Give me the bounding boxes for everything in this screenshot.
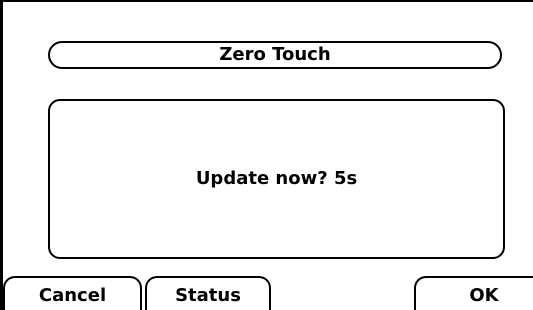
update-prompt-message: Update now? 5s <box>195 168 358 189</box>
status-softkey-label: Status <box>175 285 241 306</box>
cancel-softkey[interactable]: Cancel <box>3 276 142 310</box>
screen-top-border <box>0 0 533 2</box>
phone-screen: Zero Touch Update now? 5s Cancel Status … <box>0 0 533 310</box>
status-softkey[interactable]: Status <box>145 276 271 310</box>
cancel-softkey-label: Cancel <box>38 285 107 306</box>
screen-left-border <box>0 0 3 310</box>
ok-softkey[interactable]: OK <box>414 276 533 310</box>
update-dialog: Update now? 5s <box>48 99 505 259</box>
title-bar: Zero Touch <box>48 41 502 69</box>
page-title: Zero Touch <box>219 44 331 65</box>
ok-softkey-label: OK <box>469 285 499 306</box>
